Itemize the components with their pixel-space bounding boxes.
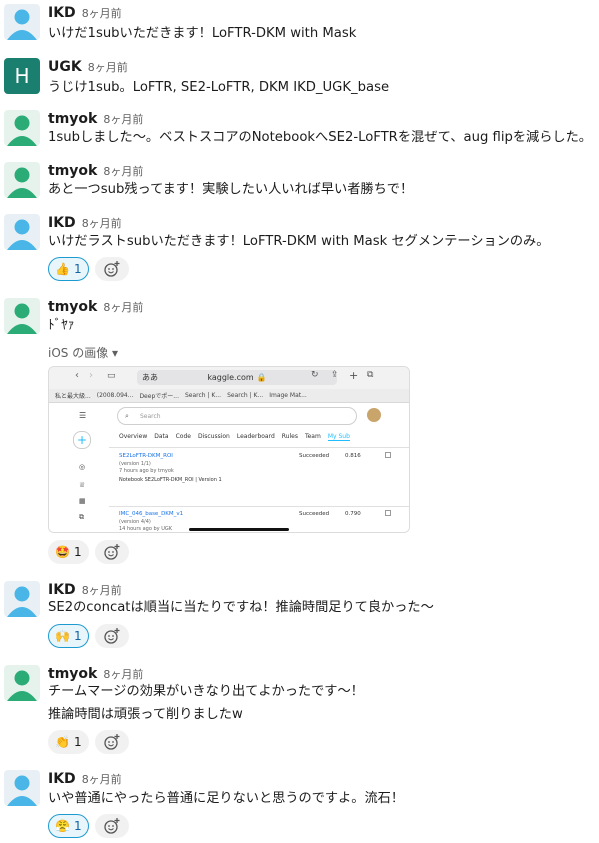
add-emoji-icon bbox=[103, 544, 120, 560]
message-text: いけだラストsubいただきます！LoFTR-DKM with Mask セグメン… bbox=[48, 234, 550, 249]
timestamp[interactable]: 8ヶ月前 bbox=[103, 165, 143, 178]
avatar[interactable] bbox=[4, 110, 40, 146]
attached-image[interactable]: ‹ › ▭ ああ kaggle.com 🔒 ↻ ⇪ + ⧉ 私と最大級... (20… bbox=[48, 366, 410, 533]
kaggle-sidebar: ☰ + ◎ ♕ ▦ ⧉ bbox=[49, 403, 109, 532]
author-name[interactable]: tmyok bbox=[48, 299, 97, 315]
avatar[interactable] bbox=[4, 162, 40, 198]
table-icon: ▦ bbox=[79, 497, 86, 505]
add-reaction-button[interactable] bbox=[94, 814, 129, 838]
add-emoji-icon bbox=[103, 628, 120, 644]
search-icon: ⌕ bbox=[125, 411, 129, 420]
url-bar: ああ kaggle.com 🔒 bbox=[137, 370, 337, 385]
timestamp[interactable]: 8ヶ月前 bbox=[82, 773, 122, 786]
message-text: いや普通にやったら普通に足りないと思うのですよ。流石！ bbox=[48, 791, 405, 806]
avatar-letter: H bbox=[14, 64, 30, 88]
raised-hands-icon: 🙌 bbox=[55, 629, 70, 643]
triumph-icon: 😤 bbox=[55, 819, 70, 833]
submission-name: IMC_046_base_DKM_v1 bbox=[119, 511, 184, 517]
timestamp[interactable]: 8ヶ月前 bbox=[103, 113, 143, 126]
attachment-label[interactable]: iOS の画像 ▾ bbox=[48, 344, 118, 361]
tabs-icon: ⧉ bbox=[367, 370, 374, 380]
bookmark-bar: 私と最大級... (2008.094... Deepでポー... Search … bbox=[49, 389, 409, 403]
add-emoji-icon bbox=[103, 818, 120, 834]
message-text: 1subしました〜。ベストスコアのNotebookへSE2-LoFTRを混ぜて、… bbox=[48, 130, 592, 145]
message-text: あと一つsub残ってます！実験したい人いれば早い者勝ちで！ bbox=[48, 182, 414, 197]
author-name[interactable]: IKD bbox=[48, 215, 76, 231]
star-struck-icon: 🤩 bbox=[55, 545, 70, 559]
reaction-count: 1 bbox=[73, 819, 82, 833]
book-icon: ▭ bbox=[107, 371, 116, 381]
create-icon: + bbox=[73, 431, 91, 449]
reload-icon: ↻ bbox=[311, 370, 319, 380]
avatar[interactable] bbox=[4, 581, 40, 617]
message-text: ﾄﾞﾔｧ bbox=[48, 318, 75, 333]
author-name[interactable]: IKD bbox=[48, 5, 76, 21]
user-avatar bbox=[367, 408, 381, 422]
timestamp[interactable]: 8ヶ月前 bbox=[103, 668, 143, 681]
kaggle-tabs: Overview Data Code Discussion Leaderboard Rul… bbox=[119, 433, 350, 441]
author-name[interactable]: tmyok bbox=[48, 111, 97, 127]
compass-icon: ◎ bbox=[79, 463, 86, 471]
timestamp[interactable]: 8ヶ月前 bbox=[82, 7, 122, 20]
timestamp[interactable]: 8ヶ月前 bbox=[88, 61, 128, 74]
add-reaction-button[interactable] bbox=[94, 257, 129, 281]
code-icon: ⧉ bbox=[79, 513, 84, 521]
submission-name: SE2LoFTR-DKM_ROI bbox=[119, 453, 173, 459]
clap-icon: 👏 bbox=[55, 735, 70, 749]
reaction-star-struck[interactable]: 🤩 1 bbox=[48, 540, 89, 564]
avatar[interactable] bbox=[4, 214, 40, 250]
thumbsup-icon: 👍 bbox=[55, 262, 70, 276]
add-reaction-button[interactable] bbox=[94, 540, 129, 564]
reaction-thumbsup[interactable]: 👍 1 bbox=[48, 257, 89, 281]
message-text: 推論時間は頑張って削りましたw bbox=[48, 707, 243, 722]
message-text: チームマージの効果がいきなり出てよかったです〜！ bbox=[48, 684, 364, 699]
message-text: SE2のconcatは順当に当たりですね！推論時間足りて良かった〜 bbox=[48, 600, 434, 615]
author-name[interactable]: IKD bbox=[48, 582, 76, 598]
forward-icon: › bbox=[89, 370, 93, 381]
message-text: いけだ1subいただきます！LoFTR-DKM with Mask bbox=[48, 26, 357, 41]
avatar[interactable] bbox=[4, 770, 40, 806]
share-icon: ⇪ bbox=[331, 370, 339, 380]
kaggle-main: ⌕ Search Overview Data Code Discussion Leader… bbox=[109, 403, 409, 532]
new-tab-icon: + bbox=[349, 369, 359, 382]
back-icon: ‹ bbox=[75, 370, 79, 381]
reaction-raised-hands[interactable]: 🙌 1 bbox=[48, 624, 89, 648]
add-reaction-button[interactable] bbox=[94, 730, 129, 754]
avatar[interactable]: H bbox=[4, 58, 40, 94]
home-indicator bbox=[189, 528, 289, 531]
author-name[interactable]: tmyok bbox=[48, 666, 97, 682]
timestamp[interactable]: 8ヶ月前 bbox=[82, 584, 122, 597]
reaction-count: 1 bbox=[73, 545, 82, 559]
reaction-triumph[interactable]: 😤 1 bbox=[48, 814, 89, 838]
reaction-count: 1 bbox=[73, 735, 82, 749]
author-name[interactable]: IKD bbox=[48, 771, 76, 787]
avatar[interactable] bbox=[4, 665, 40, 701]
menu-icon: ☰ bbox=[79, 411, 87, 420]
checkbox bbox=[385, 452, 391, 458]
timestamp[interactable]: 8ヶ月前 bbox=[82, 217, 122, 230]
trophy-icon: ♕ bbox=[79, 481, 86, 489]
checkbox bbox=[385, 510, 391, 516]
avatar[interactable] bbox=[4, 4, 40, 40]
reaction-clap[interactable]: 👏 1 bbox=[48, 730, 89, 754]
message-text: うじけ1sub。LoFTR, SE2-LoFTR, DKM IKD_UGK_ba… bbox=[48, 80, 390, 95]
add-reaction-button[interactable] bbox=[94, 624, 129, 648]
author-name[interactable]: UGK bbox=[48, 59, 82, 75]
author-name[interactable]: tmyok bbox=[48, 163, 97, 179]
add-emoji-icon bbox=[103, 261, 120, 277]
timestamp[interactable]: 8ヶ月前 bbox=[103, 301, 143, 314]
avatar[interactable] bbox=[4, 298, 40, 334]
kaggle-search: ⌕ Search bbox=[117, 407, 357, 425]
reaction-count: 1 bbox=[73, 262, 82, 276]
add-emoji-icon bbox=[103, 734, 120, 750]
browser-toolbar: ‹ › ▭ ああ kaggle.com 🔒 ↻ ⇪ + ⧉ bbox=[49, 367, 409, 389]
reaction-count: 1 bbox=[73, 629, 82, 643]
